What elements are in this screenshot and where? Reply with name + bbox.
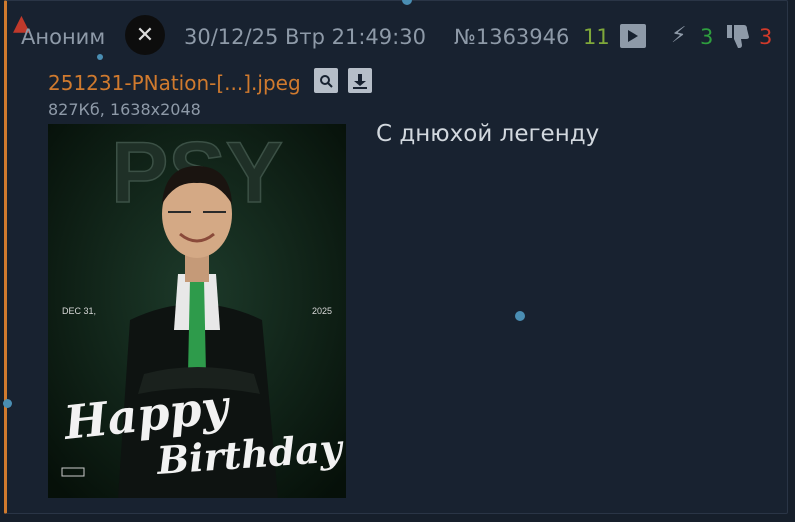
thumbs-down-icon[interactable] (725, 22, 751, 50)
file-name-link[interactable]: 251231-PNation-[...].jpeg (48, 71, 301, 95)
image-date-right: 2025 (312, 306, 332, 316)
decor-dot (3, 399, 12, 408)
replies-count[interactable]: 11 (583, 25, 610, 49)
search-icon[interactable] (314, 68, 338, 93)
play-icon[interactable] (620, 24, 646, 48)
post-message: С днюхой легенду (376, 121, 600, 147)
post-number[interactable]: №1363946 (454, 25, 569, 49)
avatar[interactable]: ✕ (125, 15, 165, 55)
decor-dot (515, 311, 525, 321)
post-header: ▲ Аноним ✕ 30/12/25 Втр 21:49:30 №136394… (7, 13, 787, 55)
post-container: ▲ Аноним ✕ 30/12/25 Втр 21:49:30 №136394… (4, 0, 788, 514)
post-image-thumbnail[interactable]: PSY DEC 31, 2025 Happy Birthday (48, 124, 346, 498)
download-icon[interactable] (348, 68, 372, 93)
image-date-left: DEC 31, (62, 306, 96, 316)
bolt-icon[interactable]: ⚡ (671, 23, 686, 48)
file-info: 827Кб, 1638x2048 (48, 100, 201, 119)
dislikes-count[interactable]: 3 (759, 25, 772, 49)
decor-dot (97, 54, 103, 60)
author-name[interactable]: Аноним (21, 25, 105, 49)
post-date: 30/12/25 Втр 21:49:30 (184, 25, 426, 49)
likes-count[interactable]: 3 (700, 25, 713, 49)
